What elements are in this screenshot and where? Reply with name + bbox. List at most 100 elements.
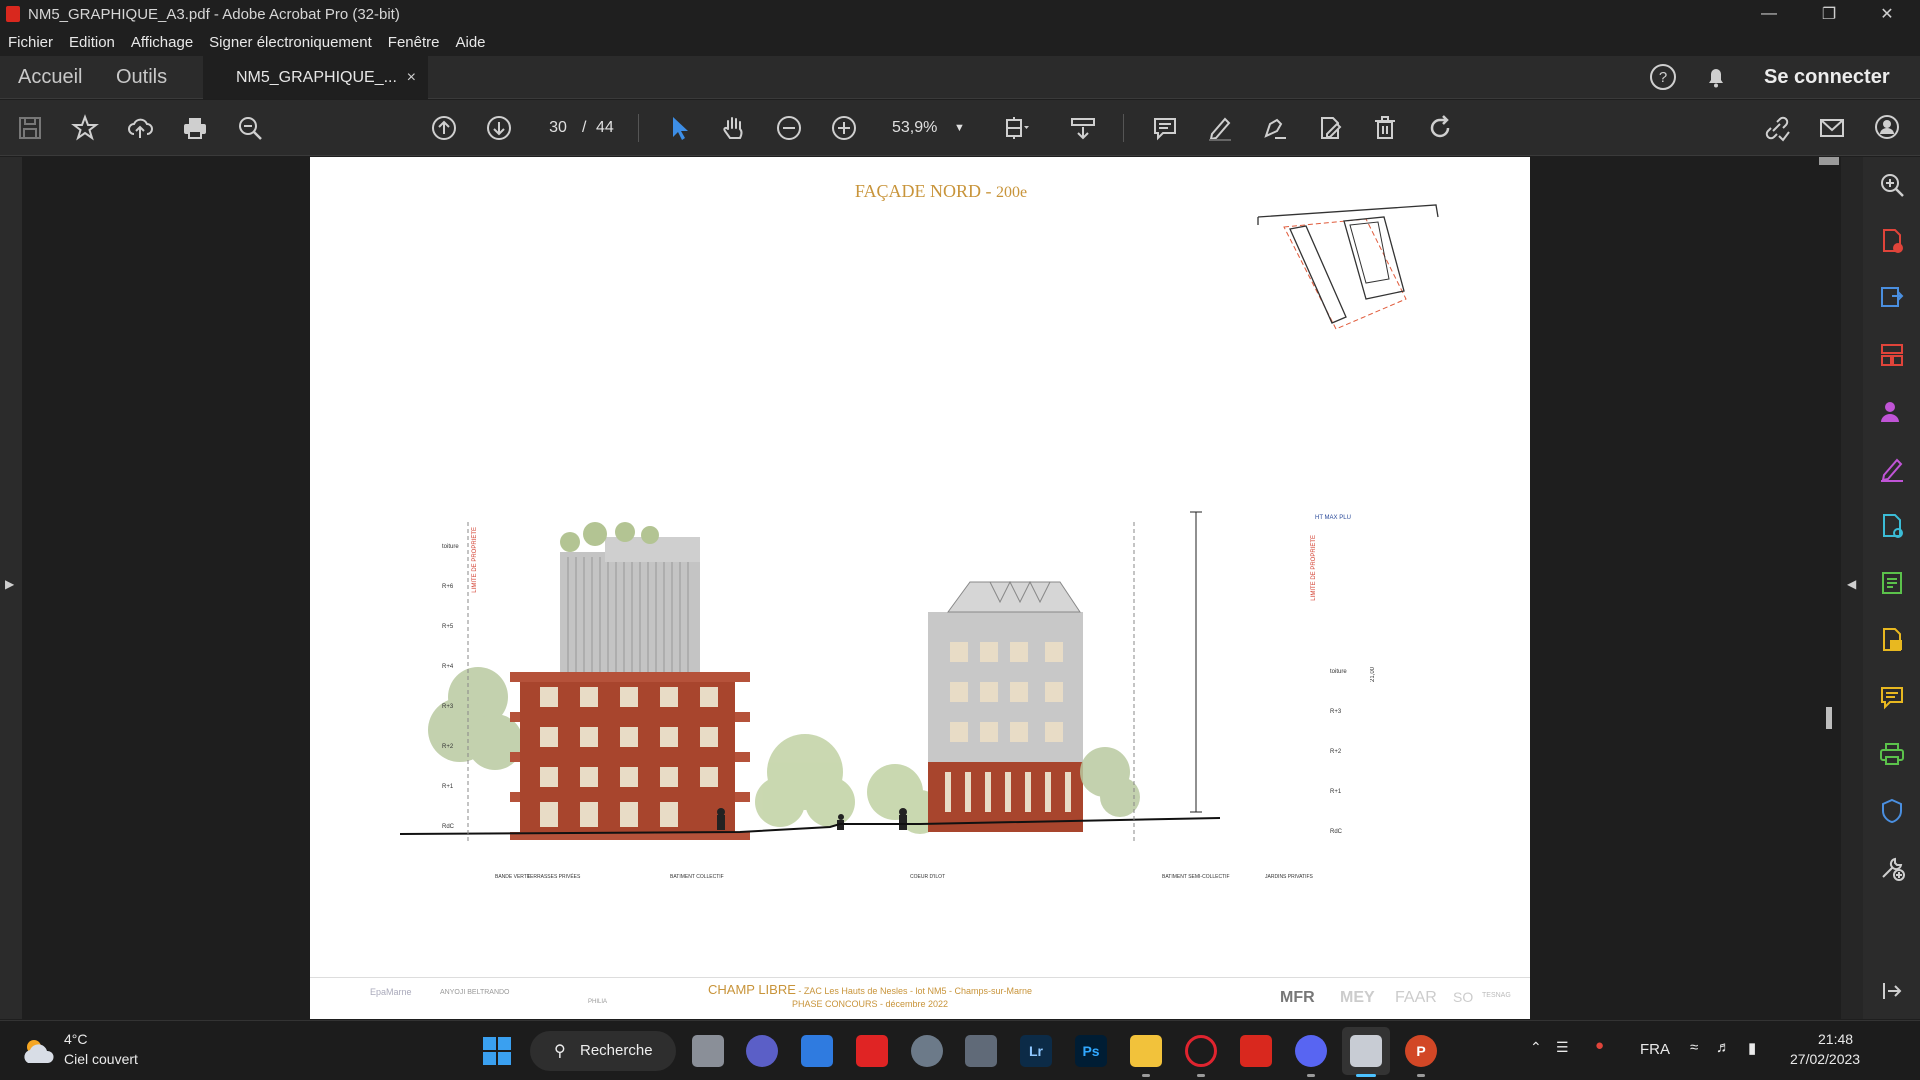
signin-link[interactable]: Se connecter [1764,56,1890,99]
draw-sign-icon[interactable] [1259,112,1291,144]
rotate-icon[interactable] [1424,112,1456,144]
restore-button[interactable]: ❐ [1806,0,1852,28]
store-icon[interactable] [801,1035,833,1067]
collapse-tools-icon[interactable] [1876,975,1908,1007]
zoom-search-icon[interactable] [1876,169,1908,201]
comment-icon[interactable] [1149,112,1181,144]
calculator-icon[interactable] [965,1035,997,1067]
page-separator: / [582,119,587,136]
bell-icon[interactable] [1701,62,1731,92]
vertical-scrollbar[interactable] [1819,157,1841,1019]
protect-shield-icon[interactable] [1876,795,1908,827]
collapse-right-panel-icon[interactable]: ◀ [1847,577,1856,591]
task-view-icon[interactable] [692,1035,724,1067]
scroll-thumb[interactable] [1819,157,1839,165]
weather-cloud-icon[interactable] [20,1033,56,1069]
minimize-button[interactable]: — [1746,0,1792,28]
weather-desc[interactable]: Ciel couvert [64,1051,138,1067]
volume-icon[interactable]: ♬ [1716,1039,1731,1056]
print-production-icon[interactable] [1876,738,1908,770]
tab-home[interactable]: Accueil [18,56,82,99]
fit-page-icon[interactable] [1000,112,1032,144]
print-icon[interactable] [179,112,211,144]
opera-icon[interactable] [1185,1035,1217,1067]
organize-pages-icon[interactable] [1876,339,1908,371]
ground-label: TERRASSES PRIVÉES [527,874,581,880]
lightroom-icon[interactable]: Lr [1020,1035,1052,1067]
share-link-icon[interactable] [1761,112,1793,144]
more-tools-icon[interactable] [1876,852,1908,884]
page-heading-title: FAÇADE NORD [854,181,982,201]
tray-expand-icon[interactable]: ⌃ [1530,1039,1542,1056]
close-tab-icon[interactable]: × [407,56,416,99]
zoom-out-icon[interactable] [773,112,805,144]
page-number-input[interactable]: 30 [538,114,578,142]
powerpoint-icon[interactable]: P [1405,1035,1437,1067]
site-plan-sketch [1257,204,1439,330]
create-pdf-icon[interactable] [1876,225,1908,257]
battery-icon[interactable]: ▮ [1748,1039,1756,1057]
right-pane-toggle[interactable]: ◀ [1841,157,1863,1019]
language-indicator[interactable]: FRA [1640,1041,1670,1058]
photoshop-icon[interactable]: Ps [1075,1035,1107,1067]
acrobat-icon[interactable] [1240,1035,1272,1067]
fill-sign-icon[interactable] [1876,453,1908,485]
clock-time[interactable]: 21:48 [1818,1031,1853,1047]
email-icon[interactable] [1816,112,1848,144]
clock-date[interactable]: 27/02/2023 [1790,1051,1860,1067]
tab-bar: Accueil Outils NM5_GRAPHIQUE_... × ? Se … [0,56,1920,99]
chat-icon[interactable] [746,1035,778,1067]
edit-stamp-icon[interactable] [1314,112,1346,144]
comment-tool-icon[interactable] [1876,681,1908,713]
settings-gear-icon[interactable] [911,1035,943,1067]
select-cursor-icon[interactable] [663,112,695,144]
menu-help[interactable]: Aide [447,34,493,51]
user-share-icon[interactable] [1872,112,1904,144]
microphone-icon[interactable]: ● [1595,1037,1604,1054]
discord-icon[interactable] [1295,1035,1327,1067]
prev-page-icon[interactable] [428,112,460,144]
weather-temp[interactable]: 4°C [64,1031,88,1047]
title-bar: NM5_GRAPHIQUE_A3.pdf - Adobe Acrobat Pro… [0,0,1920,28]
star-icon[interactable] [69,112,101,144]
menu-edit[interactable]: Edition [61,34,123,51]
zoom-in-icon[interactable] [828,112,860,144]
tab-tools[interactable]: Outils [116,56,167,99]
menu-view[interactable]: Affichage [123,34,201,51]
logo-right-2: FAAR [1395,989,1437,1006]
menu-window[interactable]: Fenêtre [380,34,448,51]
logo-left-0: EpaMarne [370,987,412,997]
scroll-mode-icon[interactable] [1067,112,1099,144]
menu-file[interactable]: Fichier [0,34,61,51]
snipping-tool-icon[interactable] [1350,1035,1382,1067]
scan-ocr-icon[interactable] [1876,567,1908,599]
highlight-pen-icon[interactable] [1204,112,1236,144]
file-explorer-icon[interactable] [1130,1035,1162,1067]
cloud-upload-icon[interactable] [124,112,156,144]
help-icon[interactable]: ? [1648,62,1678,92]
menu-sign[interactable]: Signer électroniquement [201,34,380,51]
page-heading-scale: 200e [996,184,1028,201]
pen-menu-icon[interactable]: ☰ [1556,1039,1569,1056]
export-pdf-icon[interactable] [1876,282,1908,314]
edit-pdf-icon[interactable] [1876,510,1908,542]
search-box[interactable]: ⚲ Recherche [530,1031,676,1071]
tab-document[interactable]: NM5_GRAPHIQUE_... × [203,56,428,99]
find-zoom-icon[interactable] [234,112,266,144]
save-icon[interactable] [14,112,46,144]
page-total: 44 [596,119,614,136]
windows-start-icon[interactable] [481,1035,513,1067]
request-signature-icon[interactable] [1876,396,1908,428]
combine-files-icon[interactable] [1876,624,1908,656]
antivirus-icon[interactable] [856,1035,888,1067]
expand-left-panel-icon[interactable]: ▶ [5,577,14,591]
scroll-marker [1826,707,1832,729]
trash-icon[interactable] [1369,112,1401,144]
zoom-level-select[interactable]: 53,9% ▼ [892,114,972,142]
hand-tool-icon[interactable] [718,112,750,144]
wifi-icon[interactable]: ≈ [1690,1039,1698,1056]
logo-right-4: TESNAG [1482,992,1511,999]
close-window-button[interactable]: ✕ [1864,0,1910,28]
next-page-icon[interactable] [483,112,515,144]
north-facade-elevation [400,511,1221,842]
